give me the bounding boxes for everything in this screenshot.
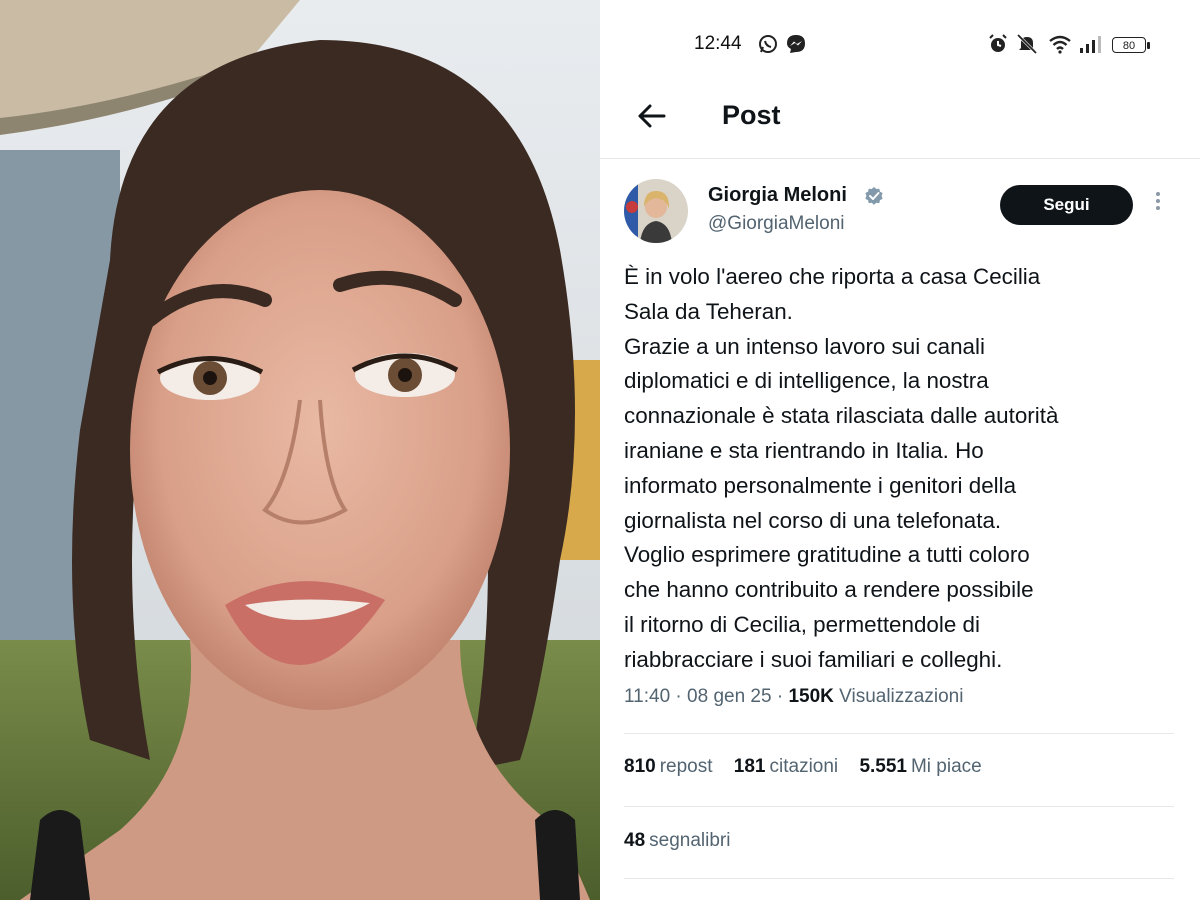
- back-button[interactable]: [632, 96, 672, 136]
- divider: [624, 878, 1174, 879]
- author-handle[interactable]: @GiorgiaMeloni: [708, 213, 845, 235]
- author-name[interactable]: Giorgia Meloni: [708, 184, 847, 207]
- alarm-icon: [989, 34, 1007, 52]
- post-text-line: informato personalmente i genitori della: [624, 472, 1017, 498]
- quotes-stat[interactable]: 181 citazioni: [734, 756, 838, 778]
- views-label[interactable]: Visualizzazioni: [839, 686, 963, 707]
- post-stats: 810 repost 181 citazioni 5.551 Mi piace: [624, 756, 998, 778]
- post-text-line: È in volo l'aereo che riporta a casa Cec…: [624, 264, 1041, 289]
- phone-screen: 12:44 80 Post Giorgia Meloni @GiorgiaMel…: [600, 0, 1200, 900]
- bookmarks-label: segnalibri: [649, 830, 731, 851]
- mute-icon: [1016, 34, 1038, 54]
- reposts-label: repost: [659, 756, 713, 777]
- post-text-line: riabbracciare i suoi familiari e collegh…: [624, 646, 1003, 672]
- avatar[interactable]: [624, 179, 688, 243]
- meta-separator: ·: [675, 686, 682, 707]
- post-text-line: connazionale è stata rilasciata dalle au…: [624, 403, 1059, 429]
- post-text-line: iraniane e sta rientrando in Italia. Ho: [624, 437, 984, 463]
- follow-button[interactable]: Segui: [1000, 185, 1133, 225]
- quotes-count: 181: [733, 756, 766, 777]
- post-header: Post: [600, 90, 1200, 159]
- divider: [624, 806, 1174, 807]
- bookmarks-count: 48: [624, 830, 646, 851]
- signal-icon: [1080, 36, 1101, 53]
- divider: [624, 733, 1174, 734]
- post-text-line: Sala da Teheran.: [624, 298, 793, 324]
- post-meta: 11:40 · 08 gen 25 · 150K Visualizzazioni: [624, 686, 963, 708]
- news-photo: [0, 0, 600, 900]
- post-text-line: Grazie a un intenso lavoro sui canali: [624, 333, 985, 359]
- post-author: Giorgia Meloni @GiorgiaMeloni Segui: [600, 175, 1200, 250]
- status-bar: 12:44 80: [600, 0, 1200, 90]
- post-time: 11:40: [624, 686, 671, 707]
- reposts-count: 810: [624, 756, 656, 777]
- avatar-image: [624, 179, 688, 243]
- whatsapp-icon: [759, 35, 777, 53]
- meta-separator: ·: [776, 686, 784, 707]
- more-options-icon[interactable]: [1148, 189, 1168, 221]
- post-text-line: il ritorno di Cecilia, permettendole di: [624, 611, 980, 637]
- likes-label: Mi piace: [910, 756, 982, 777]
- post-text: È in volo l'aereo che riporta a casa Cec…: [624, 260, 1174, 678]
- bookmarks-stat[interactable]: 48 segnalibri: [624, 830, 730, 852]
- verified-badge-icon: [865, 187, 883, 205]
- views-count: 150K: [788, 686, 834, 707]
- likes-count: 5.551: [859, 756, 907, 777]
- messenger-icon: [787, 35, 805, 53]
- post-text-line: Voglio esprimere gratitudine a tutti col…: [624, 542, 1030, 568]
- quotes-label: citazioni: [769, 756, 839, 777]
- post-text-line: diplomatici e di intelligence, la nostra: [624, 368, 989, 394]
- wifi-icon: [1049, 35, 1071, 54]
- woman-portrait-image: [0, 0, 600, 900]
- battery-icon: 80: [1112, 37, 1150, 53]
- post-text-line: giornalista nel corso di una telefonata.: [624, 507, 1002, 533]
- post-text-line: che hanno contribuito a rendere possibil…: [624, 577, 1034, 603]
- post-date: 08 gen 25: [687, 686, 772, 707]
- back-arrow-icon: [638, 104, 666, 128]
- reposts-stat[interactable]: 810 repost: [624, 756, 713, 778]
- likes-stat[interactable]: 5.551 Mi piace: [859, 756, 981, 778]
- status-time: 12:44: [694, 33, 742, 54]
- page-title: Post: [722, 100, 781, 130]
